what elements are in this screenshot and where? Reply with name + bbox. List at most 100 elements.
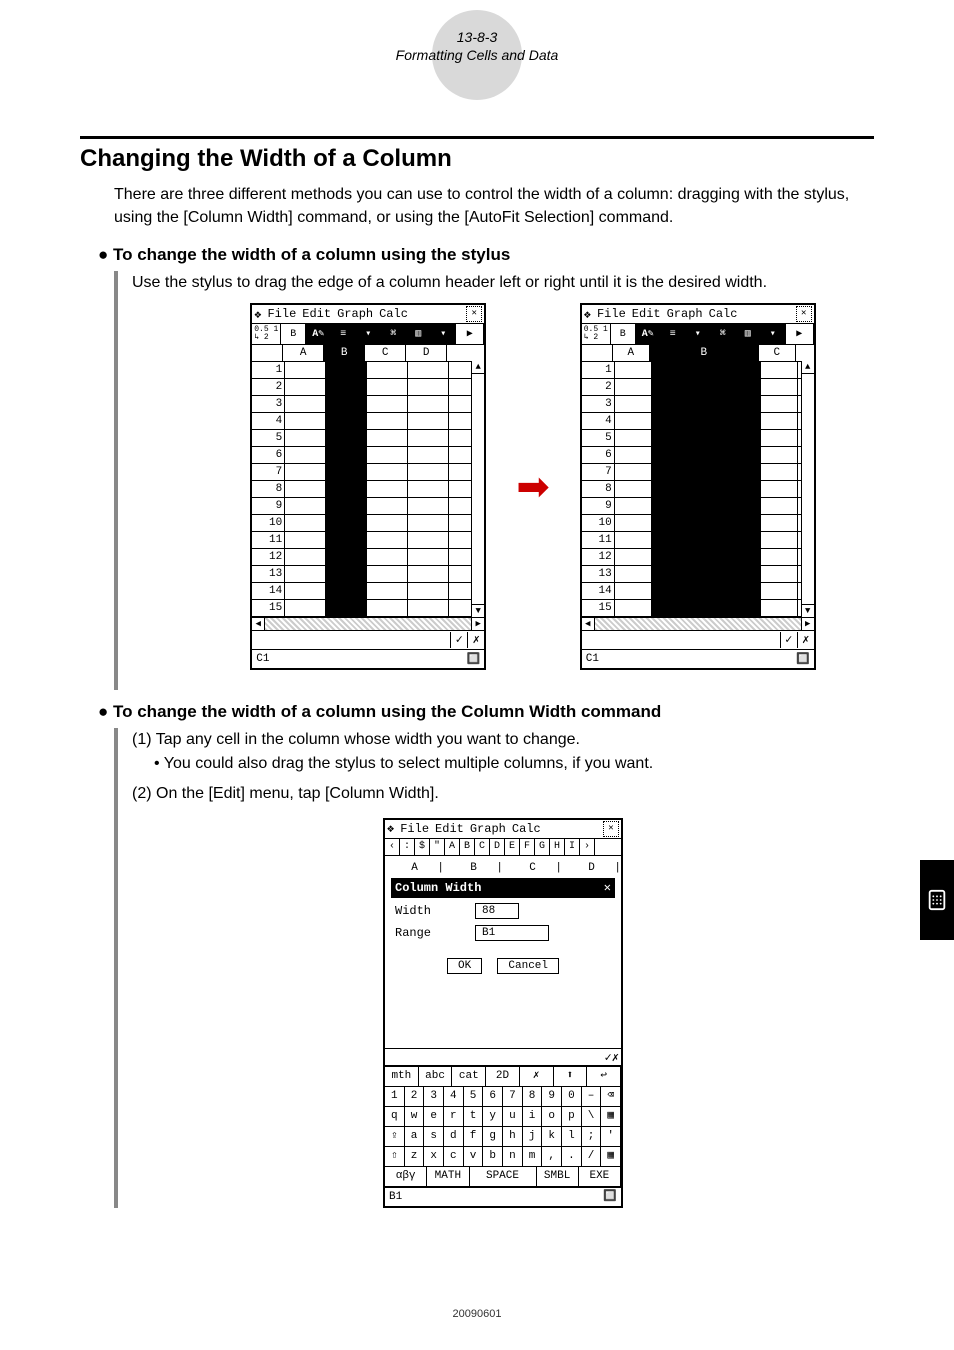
- cell[interactable]: [652, 549, 761, 565]
- key-b[interactable]: b: [482, 1147, 503, 1167]
- cell[interactable]: [285, 498, 326, 514]
- cell[interactable]: [367, 447, 408, 463]
- cell[interactable]: [367, 566, 408, 582]
- key-smbl[interactable]: SMBL: [536, 1167, 579, 1187]
- cell[interactable]: [285, 447, 326, 463]
- row-header[interactable]: 2: [252, 379, 285, 395]
- cell[interactable]: [285, 464, 326, 480]
- cell[interactable]: [285, 481, 326, 497]
- cell[interactable]: [285, 583, 326, 599]
- cell[interactable]: [326, 549, 367, 565]
- cell[interactable]: [408, 430, 449, 446]
- cell[interactable]: [285, 566, 326, 582]
- key-l[interactable]: l: [561, 1127, 582, 1147]
- cell[interactable]: [408, 464, 449, 480]
- scroll-right-icon[interactable]: ▶: [471, 618, 484, 630]
- row-header[interactable]: 5: [252, 430, 285, 446]
- toolbar-align-icon[interactable]: ≡: [331, 324, 356, 344]
- cell[interactable]: [761, 430, 798, 446]
- kbd-tab-abc[interactable]: abc: [418, 1067, 453, 1087]
- col-header-A[interactable]: A: [283, 345, 324, 361]
- cell[interactable]: [652, 464, 761, 480]
- col-header-B[interactable]: B: [324, 345, 365, 361]
- key-[interactable]: ,: [541, 1147, 562, 1167]
- row-header[interactable]: 10: [252, 515, 285, 531]
- row-header[interactable]: 6: [582, 447, 615, 463]
- scroll-up-icon[interactable]: ▲: [472, 361, 484, 374]
- menu-edit[interactable]: Edit: [302, 307, 331, 321]
- key-[interactable]: ⌫: [600, 1087, 621, 1107]
- cell[interactable]: [326, 362, 367, 378]
- scroll-right-icon[interactable]: ▶: [801, 618, 814, 630]
- key-f[interactable]: f: [463, 1127, 484, 1147]
- key-j[interactable]: j: [522, 1127, 543, 1147]
- menu-graph[interactable]: Graph: [337, 307, 373, 321]
- key-t[interactable]: t: [463, 1107, 484, 1127]
- toolbar-more-icon[interactable]: ▶: [456, 324, 484, 344]
- cell[interactable]: [761, 379, 798, 395]
- row-header[interactable]: 10: [582, 515, 615, 531]
- cell[interactable]: [615, 583, 652, 599]
- cell[interactable]: [285, 362, 326, 378]
- cell[interactable]: [652, 481, 761, 497]
- cell[interactable]: [285, 430, 326, 446]
- formula-ok-icon[interactable]: ✓: [780, 632, 797, 648]
- menu-file[interactable]: File: [400, 820, 429, 838]
- cell[interactable]: [761, 600, 798, 616]
- cell[interactable]: [615, 464, 652, 480]
- toolbar-dropdown-icon[interactable]: ▾: [686, 324, 711, 344]
- cell[interactable]: [326, 600, 367, 616]
- cell[interactable]: [761, 464, 798, 480]
- menu-edit[interactable]: Edit: [632, 307, 661, 321]
- row-header[interactable]: 13: [252, 566, 285, 582]
- row-header[interactable]: 6: [252, 447, 285, 463]
- cell[interactable]: [761, 532, 798, 548]
- menu-calc[interactable]: Calc: [379, 307, 408, 321]
- scroll-up-icon[interactable]: ▲: [802, 361, 814, 374]
- cell[interactable]: [408, 566, 449, 582]
- key-o[interactable]: o: [541, 1107, 562, 1127]
- cell[interactable]: [367, 498, 408, 514]
- cell[interactable]: [761, 583, 798, 599]
- key-s[interactable]: s: [423, 1127, 444, 1147]
- row-header[interactable]: 3: [582, 396, 615, 412]
- cell[interactable]: [326, 430, 367, 446]
- cell[interactable]: [367, 430, 408, 446]
- cell[interactable]: [408, 362, 449, 378]
- formula-ok-icon[interactable]: ✓: [450, 632, 467, 648]
- cell[interactable]: [367, 583, 408, 599]
- cell[interactable]: [615, 430, 652, 446]
- mini-toolbar-item[interactable]: G: [535, 839, 550, 855]
- key-0[interactable]: 0: [561, 1087, 582, 1107]
- kbd-tab-cat[interactable]: cat: [451, 1067, 486, 1087]
- menu-file[interactable]: File: [597, 307, 626, 321]
- key-e[interactable]: e: [423, 1107, 444, 1127]
- key-[interactable]: ▦: [600, 1107, 621, 1127]
- cell[interactable]: [408, 379, 449, 395]
- toolbar-mode-icon[interactable]: 0.5 1↳ 2: [252, 324, 281, 344]
- toolbar-chart-icon[interactable]: ▥: [406, 324, 431, 344]
- cell[interactable]: [285, 600, 326, 616]
- row-header[interactable]: 4: [252, 413, 285, 429]
- kbd-tab-mth[interactable]: mth: [384, 1067, 419, 1087]
- cell[interactable]: [615, 413, 652, 429]
- v-scrollbar[interactable]: ▲▼: [801, 361, 814, 617]
- row-header[interactable]: 5: [582, 430, 615, 446]
- cell[interactable]: [652, 498, 761, 514]
- h-scrollbar[interactable]: ◀ ▶: [582, 617, 814, 630]
- cell[interactable]: [615, 515, 652, 531]
- col-header-C[interactable]: C: [365, 345, 406, 361]
- cell[interactable]: [615, 600, 652, 616]
- kbd-tab-2D[interactable]: 2D: [485, 1067, 520, 1087]
- mini-toolbar-item[interactable]: D: [490, 839, 505, 855]
- row-header[interactable]: 7: [252, 464, 285, 480]
- cell[interactable]: [326, 481, 367, 497]
- width-input[interactable]: 88: [475, 903, 519, 919]
- cell[interactable]: [285, 532, 326, 548]
- formula-cancel-icon[interactable]: ✗: [797, 632, 814, 648]
- ok-button[interactable]: OK: [447, 958, 482, 974]
- key-[interactable]: \: [581, 1107, 602, 1127]
- row-header[interactable]: 13: [582, 566, 615, 582]
- toolbar-dropdown2-icon[interactable]: ▾: [761, 324, 786, 344]
- key-d[interactable]: d: [443, 1127, 464, 1147]
